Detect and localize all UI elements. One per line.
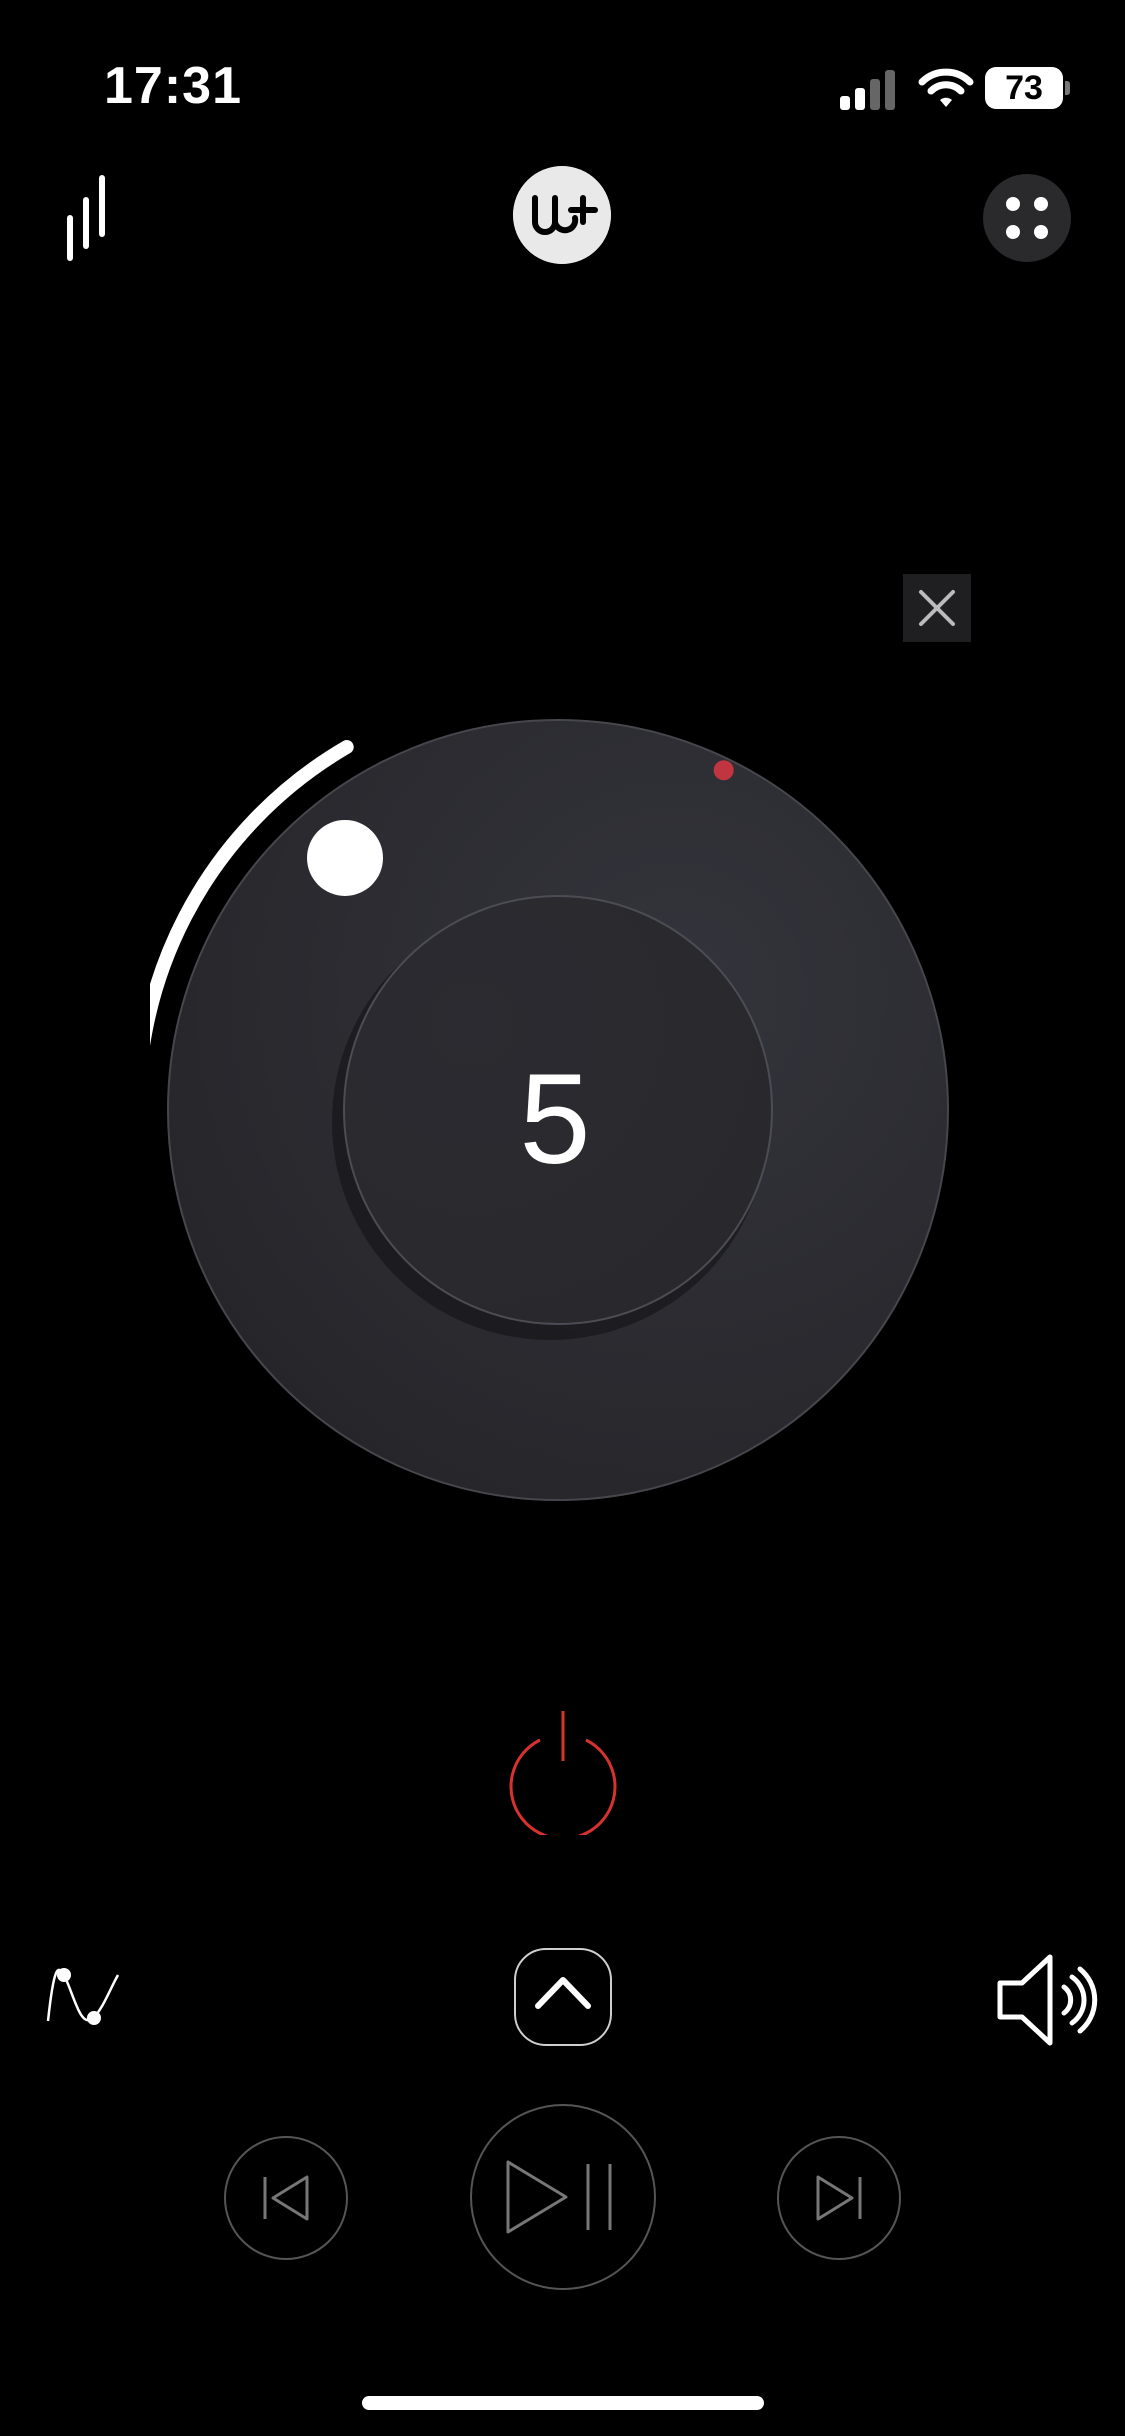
app-logo-button[interactable] <box>513 166 611 264</box>
skip-next-button[interactable] <box>776 2135 902 2261</box>
skip-previous-icon <box>263 2175 309 2221</box>
menu-grid-button[interactable] <box>983 174 1071 262</box>
speaker-volume-icon[interactable] <box>990 1945 1100 2055</box>
battery-tip <box>1065 81 1070 95</box>
dial-value: 5 <box>519 1048 591 1191</box>
sine-wave-icon[interactable] <box>44 1955 124 2035</box>
status-time: 17:31 <box>104 57 242 115</box>
collapse-button[interactable] <box>514 1948 612 2046</box>
battery-level: 73 <box>985 67 1063 109</box>
play-pause-button[interactable] <box>468 2102 658 2292</box>
play-pause-icon <box>506 2160 612 2234</box>
power-icon[interactable] <box>505 1705 621 1835</box>
chevron-up-icon <box>535 1977 591 2009</box>
equalizer-bars-icon[interactable] <box>60 172 120 262</box>
dial-marker <box>713 760 734 781</box>
battery-icon: 73 <box>985 67 1070 109</box>
wifi-icon <box>918 68 974 107</box>
four-dots-grid-icon <box>1006 197 1048 239</box>
skip-previous-button[interactable] <box>223 2135 349 2261</box>
close-button[interactable] <box>903 574 971 642</box>
home-indicator[interactable] <box>362 2396 764 2410</box>
skip-next-icon <box>816 2175 862 2221</box>
dial-handle[interactable] <box>306 819 383 896</box>
close-icon <box>919 590 955 626</box>
cellular-signal-icon <box>840 70 895 110</box>
